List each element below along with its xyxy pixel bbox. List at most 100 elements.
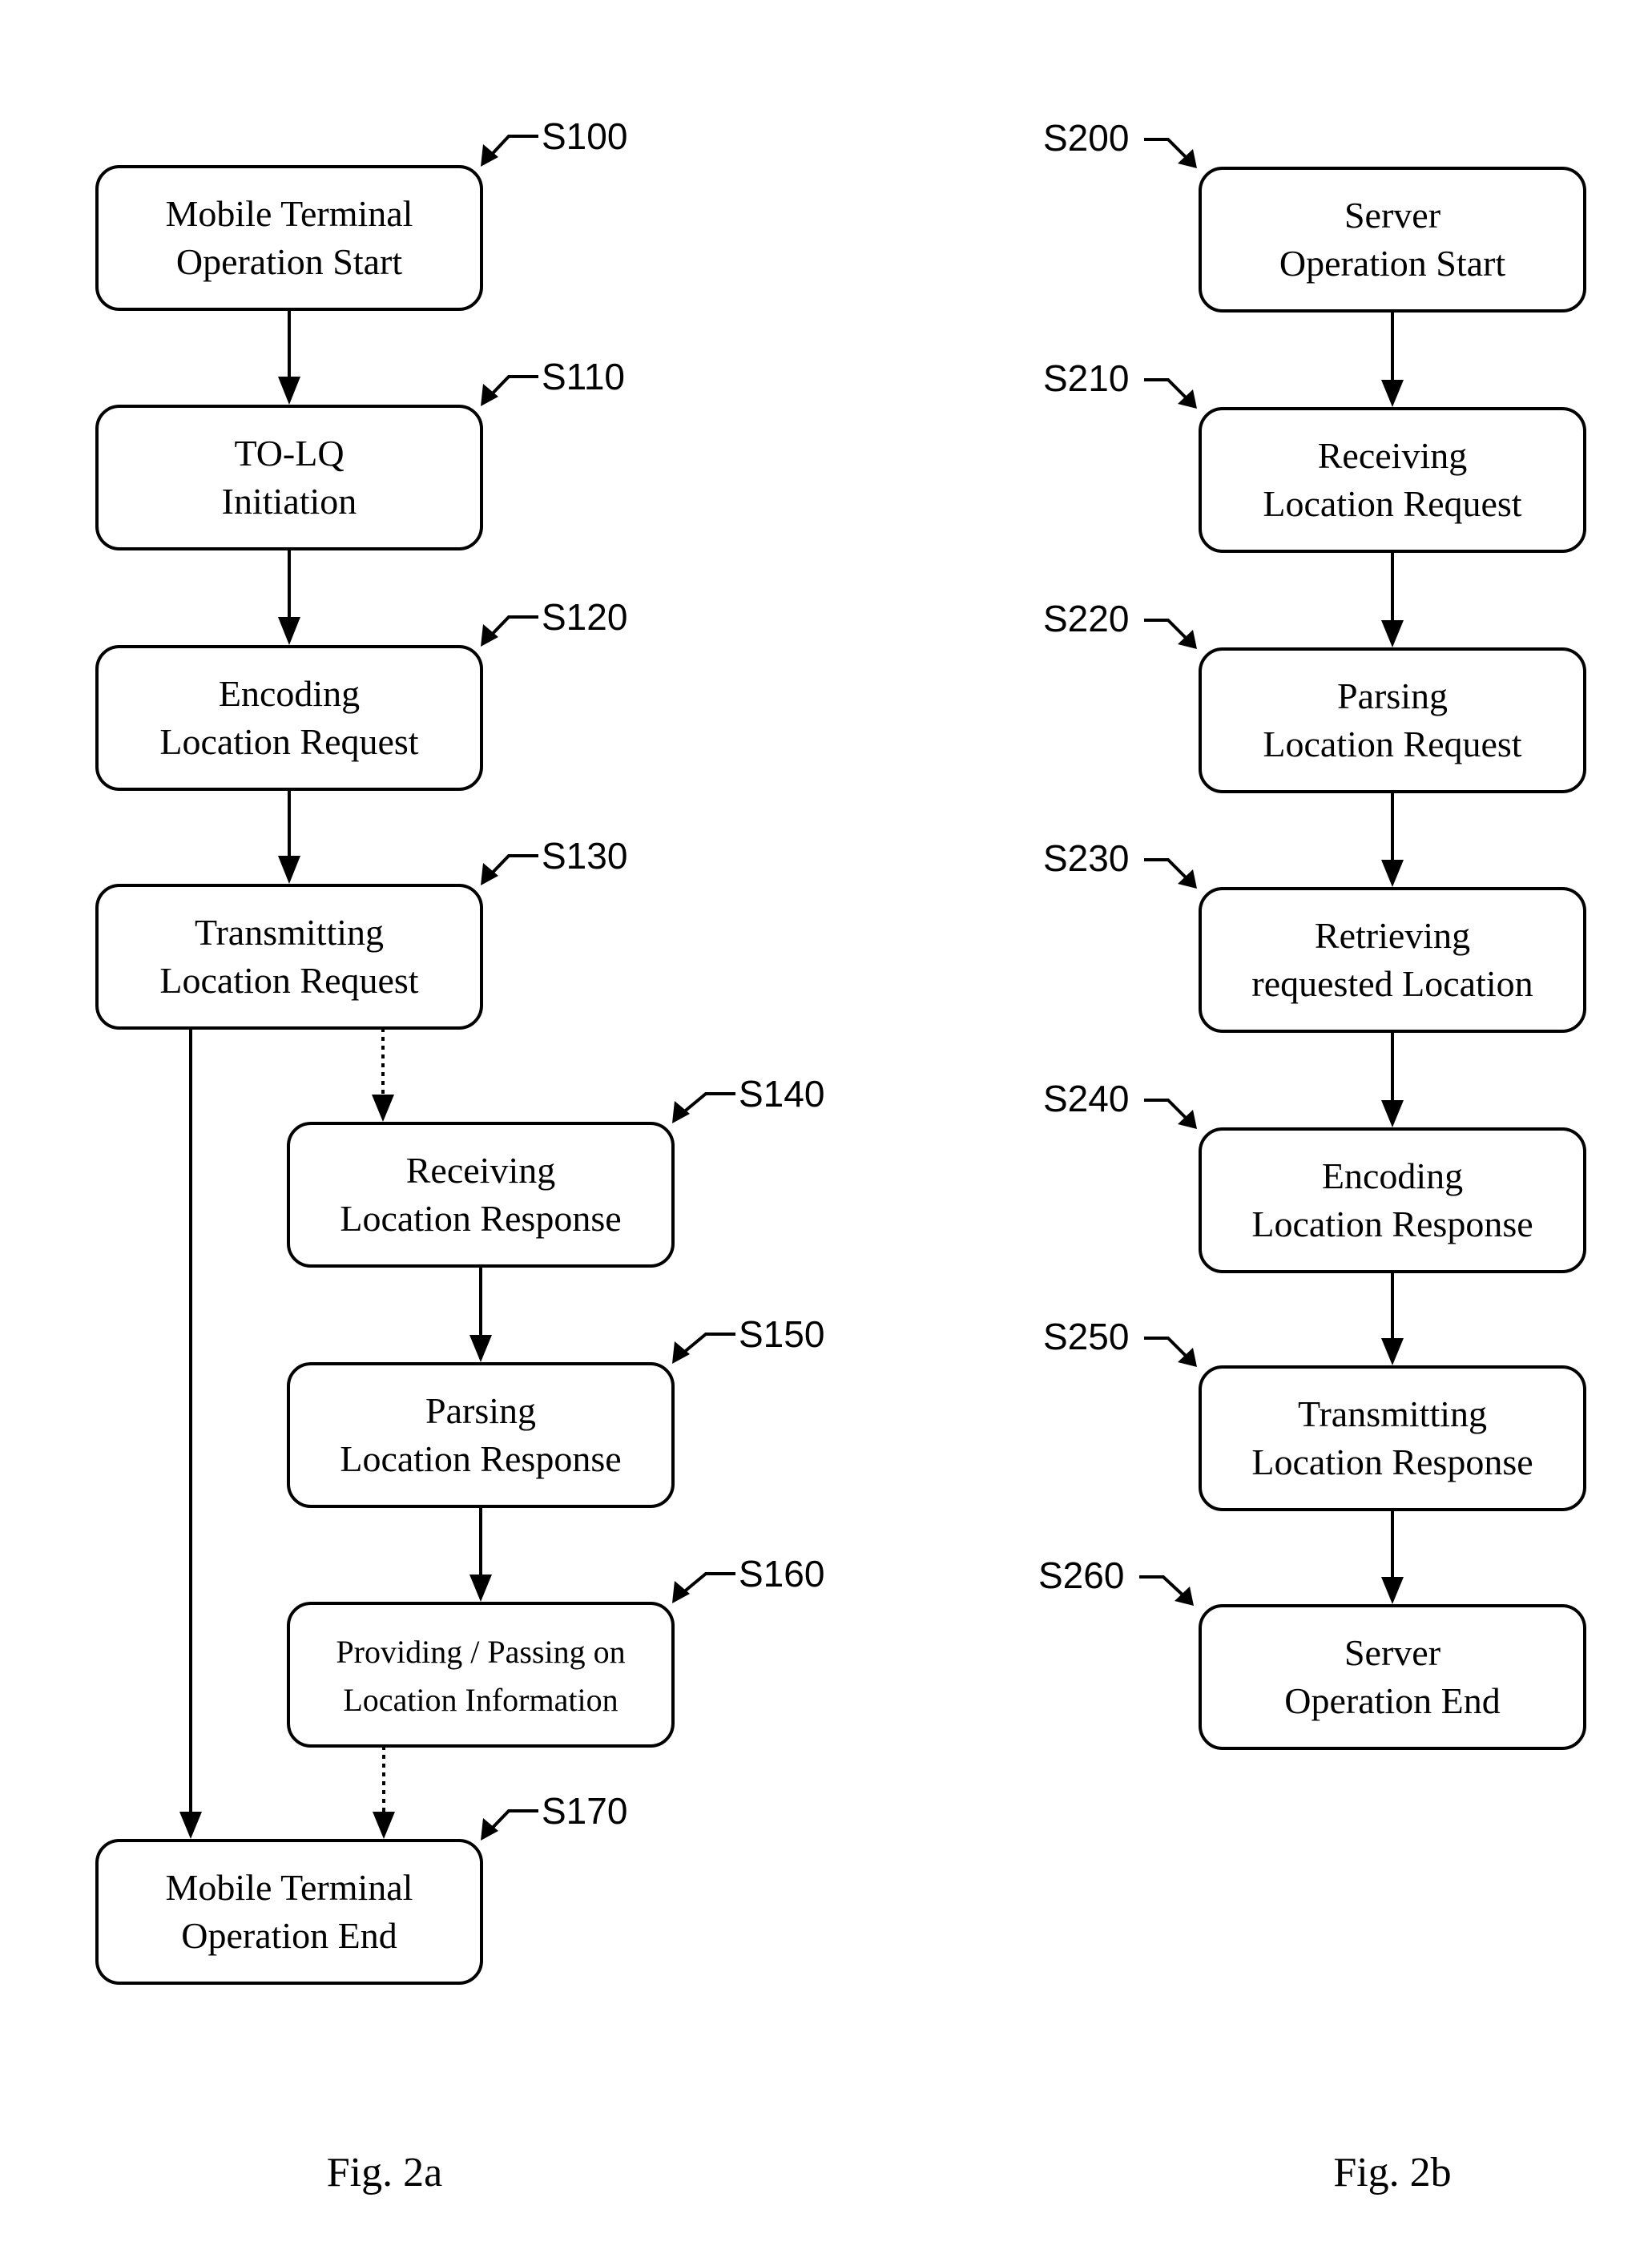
leader-line: [1144, 138, 1191, 162]
step-box-s100: Mobile Terminal Operation Start: [95, 165, 483, 311]
leader-line: [1144, 378, 1191, 402]
step-box-s260: Server Operation End: [1199, 1604, 1586, 1750]
step-text-line2: Location Response: [1251, 1204, 1533, 1244]
step-ref-s170: S170: [481, 1790, 627, 1841]
leader-line: [1144, 858, 1191, 882]
step-text-line1: TO-LQ: [234, 433, 344, 474]
step-text-line1: Receiving: [406, 1150, 556, 1191]
fig2a: Mobile Terminal Operation Start TO-LQ In…: [95, 115, 824, 2195]
step-text-line1: Providing / Passing on: [336, 1634, 625, 1670]
step-ref-s150: S150: [672, 1313, 824, 1364]
leader-line: [1144, 619, 1191, 643]
step-label: S120: [542, 596, 627, 638]
step-ref-s210: S210: [1043, 357, 1197, 409]
step-text-line1: Retrieving: [1315, 915, 1470, 956]
step-text-line2: Operation Start: [1279, 243, 1506, 284]
step-text-line1: Mobile Terminal: [166, 1867, 413, 1908]
step-text-line2: Operation End: [181, 1915, 397, 1956]
step-ref-s240: S240: [1043, 1078, 1197, 1129]
step-box-s160: Providing / Passing on Location Informat…: [287, 1602, 675, 1748]
arrowhead-icon: [481, 624, 498, 647]
step-label: S260: [1038, 1554, 1124, 1596]
step-box-s240: Encoding Location Response: [1199, 1127, 1586, 1273]
leader-line: [1144, 1099, 1191, 1123]
step-label: S210: [1043, 357, 1129, 399]
step-ref-s120: S120: [481, 596, 627, 647]
step-text-line2: Operation Start: [176, 241, 403, 282]
step-box-s110: TO-LQ Initiation: [95, 405, 483, 550]
step-text-line2: requested Location: [1251, 963, 1533, 1004]
arrowhead-icon: [481, 384, 498, 406]
step-text-line1: Encoding: [219, 673, 360, 714]
arrowhead-icon: [1381, 380, 1404, 407]
step-label: S110: [542, 356, 625, 397]
step-box-s140: Receiving Location Response: [287, 1122, 675, 1268]
step-text-line2: Location Response: [1251, 1441, 1533, 1482]
arrowhead-icon: [1381, 620, 1404, 647]
step-text-line1: Server: [1344, 1632, 1440, 1673]
arrowhead-icon: [672, 1101, 690, 1123]
arrowhead-icon: [1381, 1338, 1404, 1365]
step-box-s120: Encoding Location Request: [95, 645, 483, 791]
arrowhead-icon: [179, 1812, 202, 1839]
step-text-line2: Location Request: [159, 960, 418, 1001]
arrowhead-icon: [481, 144, 498, 167]
flowchart-canvas: Mobile Terminal Operation Start TO-LQ In…: [95, 115, 1586, 2195]
arrowhead-icon: [469, 1575, 492, 1602]
step-label: S240: [1043, 1078, 1129, 1119]
step-text-line2: Location Request: [159, 721, 418, 762]
step-label: S170: [542, 1790, 627, 1832]
arrowhead-icon: [372, 1095, 394, 1122]
arrowhead-icon: [481, 1818, 498, 1841]
step-label: S200: [1043, 117, 1129, 159]
step-box-s220: Parsing Location Request: [1199, 647, 1586, 793]
step-box-s170: Mobile Terminal Operation End: [95, 1839, 483, 1985]
step-text-line2: Location Response: [340, 1438, 621, 1479]
step-label: S160: [739, 1553, 824, 1595]
step-ref-s130: S130: [481, 835, 627, 885]
arrowhead-icon: [1381, 1100, 1404, 1127]
step-text-line1: Receiving: [1318, 435, 1468, 476]
step-label: S150: [739, 1313, 824, 1355]
step-text-line1: Parsing: [425, 1390, 536, 1431]
step-ref-s200: S200: [1043, 117, 1197, 168]
leader-line: [1139, 1575, 1187, 1599]
arrowhead-icon: [481, 863, 498, 885]
step-text-line1: Server: [1344, 195, 1440, 236]
arrowhead-icon: [1381, 1577, 1404, 1604]
arrowhead-icon: [672, 1581, 690, 1603]
step-label: S220: [1043, 598, 1129, 639]
step-text-line2: Location Information: [343, 1682, 618, 1718]
step-ref-s260: S260: [1038, 1554, 1194, 1606]
step-ref-s100: S100: [481, 115, 627, 167]
arrowhead-icon: [278, 856, 300, 884]
step-text-line1: Mobile Terminal: [166, 193, 413, 234]
arrowhead-icon: [278, 377, 300, 405]
figure-caption-2b: Fig. 2b: [1333, 2150, 1451, 2195]
step-label: S130: [542, 835, 627, 877]
step-ref-s220: S220: [1043, 598, 1197, 649]
step-box-s250: Transmitting Location Response: [1199, 1365, 1586, 1511]
arrowhead-icon: [469, 1335, 492, 1362]
step-ref-s250: S250: [1043, 1316, 1197, 1367]
step-label: S230: [1043, 837, 1129, 879]
step-text-line1: Encoding: [1322, 1155, 1463, 1196]
step-box-s200: Server Operation Start: [1199, 167, 1586, 312]
step-label: S140: [739, 1073, 824, 1115]
arrowhead-icon: [672, 1341, 690, 1364]
step-text-line2: Operation End: [1284, 1680, 1501, 1721]
fig2b: Server Operation Start Receiving Locatio…: [1038, 117, 1586, 2195]
step-text-line2: Location Request: [1263, 724, 1521, 764]
step-ref-s230: S230: [1043, 837, 1197, 889]
arrowhead-icon: [1381, 860, 1404, 887]
step-label: S250: [1043, 1316, 1129, 1357]
leader-line: [1144, 1337, 1191, 1361]
step-text-line2: Location Request: [1263, 483, 1521, 524]
step-text-line1: Transmitting: [195, 912, 384, 953]
arrowhead-icon: [373, 1812, 395, 1839]
step-ref-s160: S160: [672, 1553, 824, 1603]
figure-caption-2a: Fig. 2a: [327, 2150, 442, 2195]
step-text-line1: Parsing: [1337, 675, 1448, 716]
step-box-s150: Parsing Location Response: [287, 1362, 675, 1508]
step-text-line2: Location Response: [340, 1198, 621, 1239]
